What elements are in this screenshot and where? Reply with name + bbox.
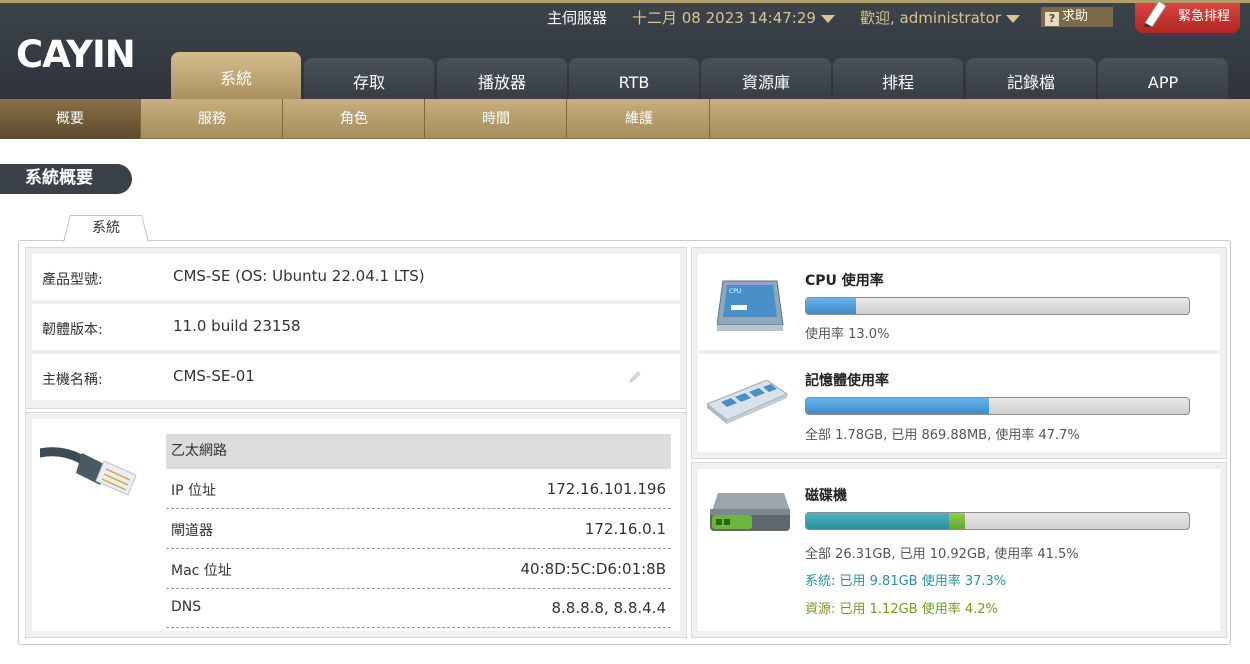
- disk-system-text: 系統: 已用 9.81GB 使用率 37.3%: [805, 574, 1007, 589]
- emergency-label: 緊急排程: [1177, 9, 1230, 24]
- memory-usage-fill: [806, 398, 989, 414]
- hard-disk-icon: [710, 493, 790, 531]
- tab-access[interactable]: 存取: [304, 58, 434, 103]
- svg-text:CAYIN: CAYIN: [16, 33, 135, 73]
- subtab-maintenance[interactable]: 維護: [569, 99, 710, 139]
- disk-usage-text: 全部 26.31GB, 已用 10.92GB, 使用率 41.5%: [805, 547, 1079, 562]
- page-title: 系統概要: [0, 164, 132, 194]
- tab-rtb[interactable]: RTB: [569, 58, 699, 103]
- hostname-label: 主機名稱:: [42, 372, 103, 388]
- network-row-ip: IP 位址 172.16.101.196: [166, 469, 671, 509]
- network-box: 乙太網路 IP 位址 172.16.101.196 閘道器 172.16.0.1…: [25, 412, 687, 638]
- edit-pencil-icon[interactable]: [628, 370, 642, 384]
- device-info-box: 產品型號: CMS-SE (OS: Ubuntu 22.04.1 LTS) 韌體…: [25, 247, 687, 409]
- disk-title: 磁碟機: [805, 488, 847, 504]
- top-header: CAYIN 主伺服器 十二月 08 2023 14:47:29 歡迎, admi…: [0, 0, 1250, 103]
- subtab-overview[interactable]: 概要: [0, 99, 141, 139]
- subtab-roles[interactable]: 角色: [284, 99, 425, 139]
- hostname-value: CMS-SE-01: [173, 367, 255, 385]
- datetime-menu[interactable]: 十二月 08 2023 14:47:29: [632, 7, 835, 28]
- ethernet-cable-icon: [40, 447, 137, 496]
- ip-value: 172.16.101.196: [546, 480, 666, 498]
- tab-logs[interactable]: 記錄檔: [966, 58, 1096, 103]
- disk-system-fill: [806, 513, 949, 529]
- disk-usage-bar: [805, 512, 1190, 530]
- gateway-value: 172.16.0.1: [584, 520, 666, 538]
- help-button[interactable]: ? 求助: [1041, 7, 1113, 27]
- info-row-hostname: 主機名稱: CMS-SE-01: [32, 354, 680, 400]
- cpu-usage-bar: [805, 297, 1190, 315]
- resource-usage-box: CPU CPU 使用率 使用率 13.0% 記憶體使用率 全部 1.78GB, …: [691, 247, 1227, 459]
- help-label: 求助: [1062, 9, 1089, 24]
- panel-tab-system[interactable]: 系統: [64, 216, 148, 243]
- system-panel: 產品型號: CMS-SE (OS: Ubuntu 22.04.1 LTS) 韌體…: [18, 240, 1231, 645]
- tab-player[interactable]: 播放器: [437, 58, 567, 103]
- memory-usage-text: 全部 1.78GB, 已用 869.88MB, 使用率 47.7%: [805, 428, 1080, 443]
- gateway-label: 閘道器: [171, 523, 213, 539]
- memory-usage: 記憶體使用率 全部 1.78GB, 已用 869.88MB, 使用率 47.7%: [698, 354, 1220, 452]
- server-label: 主伺服器: [547, 9, 608, 27]
- disk-resource-text: 資源: 已用 1.12GB 使用率 4.2%: [805, 602, 998, 617]
- info-row-firmware: 韌體版本: 11.0 build 23158: [32, 304, 680, 350]
- network-inner: 乙太網路 IP 位址 172.16.101.196 閘道器 172.16.0.1…: [32, 419, 680, 631]
- svg-text:CPU: CPU: [729, 288, 741, 295]
- cpu-usage: CPU CPU 使用率 使用率 13.0%: [698, 254, 1220, 350]
- tab-app[interactable]: APP: [1098, 58, 1228, 103]
- firmware-value: 11.0 build 23158: [173, 317, 301, 335]
- firmware-label: 韌體版本:: [42, 322, 103, 338]
- model-value: CMS-SE (OS: Ubuntu 22.04.1 LTS): [173, 267, 425, 285]
- cpu-title: CPU 使用率: [805, 273, 884, 289]
- dns-label: DNS: [171, 599, 202, 615]
- info-row-model: 產品型號: CMS-SE (OS: Ubuntu 22.04.1 LTS): [32, 254, 680, 300]
- network-row-dns: DNS 8.8.8.8, 8.8.4.4: [166, 588, 671, 628]
- chevron-down-icon: [820, 14, 835, 23]
- dns-value: 8.8.8.8, 8.8.4.4: [551, 599, 667, 617]
- memory-title: 記憶體使用率: [805, 373, 889, 389]
- sub-nav: 概要 服務 角色 時間 維護: [0, 99, 1250, 139]
- datetime-text: 十二月 08 2023 14:47:29: [632, 9, 816, 27]
- network-row-mac: Mac 位址 40:8D:5C:D6:01:8B: [166, 549, 671, 589]
- cpu-icon: CPU: [717, 280, 784, 331]
- ethernet-title: 乙太網路: [166, 434, 671, 469]
- tab-media-library[interactable]: 資源庫: [701, 58, 831, 103]
- mac-label: Mac 位址: [171, 563, 232, 579]
- ip-label: IP 位址: [171, 483, 217, 499]
- subtab-time[interactable]: 時間: [426, 99, 567, 139]
- tab-schedule[interactable]: 排程: [833, 58, 963, 103]
- emergency-schedule-button[interactable]: 緊急排程: [1135, 0, 1240, 33]
- model-label: 產品型號:: [42, 272, 103, 288]
- cayin-logo[interactable]: CAYIN: [16, 33, 148, 73]
- memory-ram-icon: [707, 380, 789, 424]
- question-icon: ?: [1045, 12, 1059, 26]
- disk-usage: 磁碟機 全部 26.31GB, 已用 10.92GB, 使用率 41.5% 系統…: [698, 469, 1220, 631]
- mac-value: 40:8D:5C:D6:01:8B: [520, 560, 666, 578]
- cpu-usage-fill: [806, 298, 856, 314]
- memory-usage-bar: [805, 397, 1190, 415]
- chevron-down-icon: [1005, 14, 1020, 23]
- tab-system[interactable]: 系統: [171, 52, 301, 103]
- subtab-services[interactable]: 服務: [142, 99, 283, 139]
- cpu-usage-text: 使用率 13.0%: [805, 327, 890, 342]
- welcome-text: 歡迎, administrator: [860, 9, 1001, 27]
- user-menu[interactable]: 歡迎, administrator: [860, 7, 1020, 28]
- network-row-gateway: 閘道器 172.16.0.1: [166, 509, 671, 549]
- disk-box: 磁碟機 全部 26.31GB, 已用 10.92GB, 使用率 41.5% 系統…: [691, 462, 1227, 638]
- disk-resource-fill: [948, 513, 965, 529]
- pen-icon: [1144, 0, 1167, 27]
